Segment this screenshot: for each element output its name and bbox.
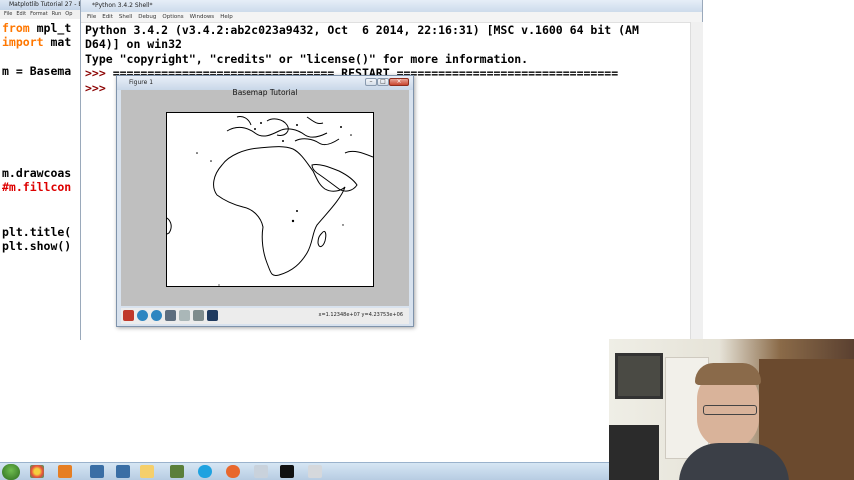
figure-toolbar: x=1.12348e+07 y=4.23753e+06: [121, 308, 409, 324]
skype-icon[interactable]: [198, 465, 212, 478]
chair: [609, 425, 659, 480]
shell-menu-help[interactable]: Help: [220, 14, 233, 20]
map-axes[interactable]: [166, 112, 374, 287]
coordinate-readout: x=1.12348e+07 y=4.23753e+06: [318, 312, 404, 318]
webcam-overlay: [609, 339, 854, 480]
shell-prompt: >>>: [85, 81, 106, 95]
close-button[interactable]: ×: [389, 78, 409, 86]
editor-window: Matplotlib Tutorial 27 - base File Edit Fo…: [0, 0, 82, 462]
wall-picture: [615, 353, 663, 399]
code-line[interactable]: plt.show(): [2, 240, 71, 253]
chrome-icon[interactable]: [30, 465, 44, 478]
code-line[interactable]: import mat: [2, 36, 71, 49]
code-line[interactable]: m.drawcoas: [2, 167, 71, 180]
plot-title: Basemap Tutorial: [232, 88, 298, 97]
code-line[interactable]: plt.title(: [2, 226, 71, 239]
python-icon[interactable]: [90, 465, 104, 478]
shell-prompt: >>>: [85, 66, 106, 80]
media-icon[interactable]: [58, 465, 72, 478]
forward-icon[interactable]: [151, 310, 162, 321]
shell-input-line[interactable]: >>>: [85, 82, 106, 95]
shell-output-line: Type "copyright", "credits" or "license(…: [85, 52, 529, 66]
shell-menu-file[interactable]: File: [87, 14, 96, 20]
tool-icon[interactable]: [170, 465, 184, 478]
firefox-icon[interactable]: [226, 465, 240, 478]
shell-menu-shell[interactable]: Shell: [119, 14, 132, 20]
shell-menu-debug[interactable]: Debug: [138, 14, 156, 20]
editor-menubar: File Edit Format Run Op: [0, 10, 82, 19]
shell-menu-windows[interactable]: Windows: [190, 14, 215, 20]
figure-window: Figure 1 – □ × Basemap Tutorial x=1.1234…: [116, 75, 414, 327]
code-line[interactable]: m = Basema: [2, 65, 71, 78]
python-icon-2[interactable]: [116, 465, 130, 478]
app-icon[interactable]: [254, 465, 268, 478]
folder-icon[interactable]: [140, 465, 154, 478]
shell-output-line: D64)] on win32: [85, 37, 182, 51]
editor-titlebar[interactable]: Matplotlib Tutorial 27 - base: [0, 0, 82, 10]
shell-menubar: File Edit Shell Debug Options Windows Help: [81, 12, 702, 23]
editor-menu-options[interactable]: Op: [65, 11, 72, 17]
terminal-icon[interactable]: [280, 465, 294, 478]
code-line[interactable]: from mpl_t: [2, 22, 71, 35]
person-hair: [695, 363, 761, 385]
coastline-map: [167, 116, 373, 286]
back-icon[interactable]: [137, 310, 148, 321]
save-icon[interactable]: [207, 310, 218, 321]
shell-menu-options[interactable]: Options: [162, 14, 183, 20]
shell-menu-edit[interactable]: Edit: [102, 14, 113, 20]
shell-scrollbar[interactable]: [690, 22, 703, 340]
maximize-button[interactable]: □: [377, 78, 389, 86]
pan-icon[interactable]: [165, 310, 176, 321]
figure-title: Figure 1: [129, 79, 154, 86]
editor-menu-edit[interactable]: Edit: [16, 11, 26, 17]
figure-canvas[interactable]: Basemap Tutorial: [121, 88, 409, 306]
shell-titlebar[interactable]: *Python 3.4.2 Shell*: [81, 0, 702, 12]
zoom-icon[interactable]: [179, 310, 190, 321]
start-button[interactable]: [2, 464, 20, 480]
glasses: [703, 405, 757, 415]
minimize-button[interactable]: –: [365, 78, 377, 86]
editor-menu-format[interactable]: Format: [30, 11, 48, 17]
code-line-comment[interactable]: #m.fillcon: [2, 181, 71, 194]
brush-icon[interactable]: [308, 465, 322, 478]
editor-menu-file[interactable]: File: [4, 11, 12, 17]
shell-output-line: Python 3.4.2 (v3.4.2:ab2c023a9432, Oct 6…: [85, 23, 639, 37]
editor-menu-run[interactable]: Run: [52, 11, 62, 17]
configure-icon[interactable]: [193, 310, 204, 321]
home-icon[interactable]: [123, 310, 134, 321]
